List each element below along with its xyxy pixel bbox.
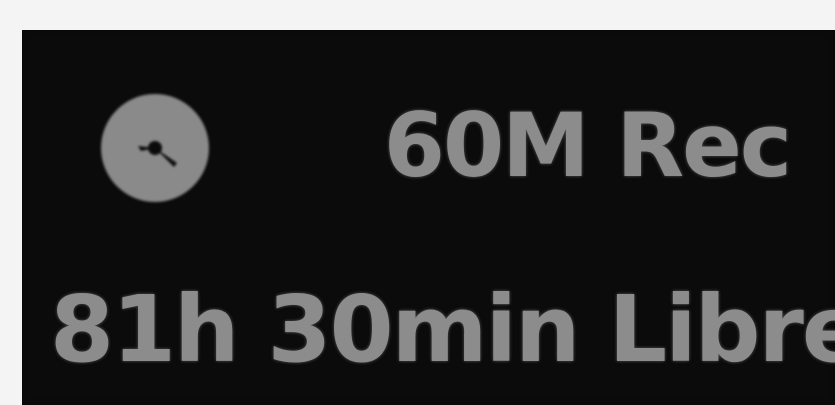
recording-info-screen: 60M Rec 81h 30min Libre	[22, 30, 835, 405]
record-mode-row: 60M Rec	[22, 78, 835, 202]
record-mode-label: 60M Rec	[383, 94, 792, 197]
remaining-time-row: 81h 30min Libre	[22, 270, 835, 380]
clock-icon	[101, 94, 209, 202]
remaining-time-label: 81h 30min Libre	[50, 276, 835, 383]
